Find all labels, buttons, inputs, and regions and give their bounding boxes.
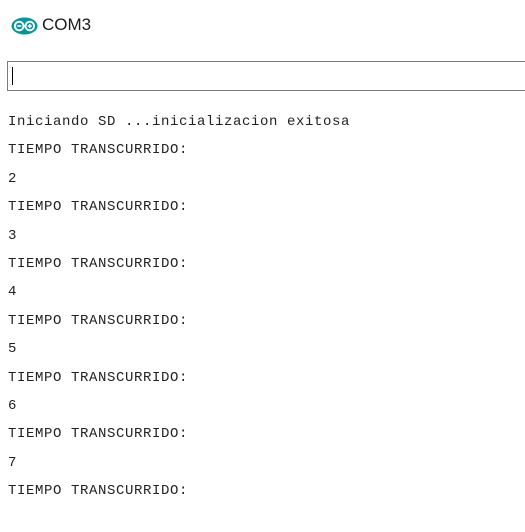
window-title: COM3 xyxy=(42,15,92,34)
serial-output-area: Iniciando SD ...inicializacion exitosa TI… xyxy=(8,108,525,505)
serial-output-line: TIEMPO TRANSCURRIDO: xyxy=(8,199,189,216)
serial-output-line: 6 xyxy=(8,397,18,414)
arduino-infinity-icon xyxy=(11,17,38,35)
serial-output-line: TIEMPO TRANSCURRIDO: xyxy=(8,369,189,386)
serial-output-line: TIEMPO TRANSCURRIDO: xyxy=(8,483,189,500)
serial-output-line: TIEMPO TRANSCURRIDO: xyxy=(8,312,189,329)
serial-output-line: 7 xyxy=(8,454,18,471)
serial-output-line: TIEMPO TRANSCURRIDO: xyxy=(8,255,189,272)
serial-output-line: 5 xyxy=(8,341,18,358)
title-bar: COM3 xyxy=(0,0,525,52)
serial-output-line: TIEMPO TRANSCURRIDO: xyxy=(8,142,189,159)
text-caret xyxy=(12,67,13,85)
serial-output-line: 2 xyxy=(8,170,18,187)
serial-output-line: TIEMPO TRANSCURRIDO: xyxy=(8,426,189,443)
serial-send-input[interactable] xyxy=(7,61,525,91)
serial-output-line: Iniciando SD ...inicializacion exitosa xyxy=(8,114,351,130)
serial-output-line: 3 xyxy=(8,227,18,244)
serial-output-line: 4 xyxy=(8,284,18,301)
